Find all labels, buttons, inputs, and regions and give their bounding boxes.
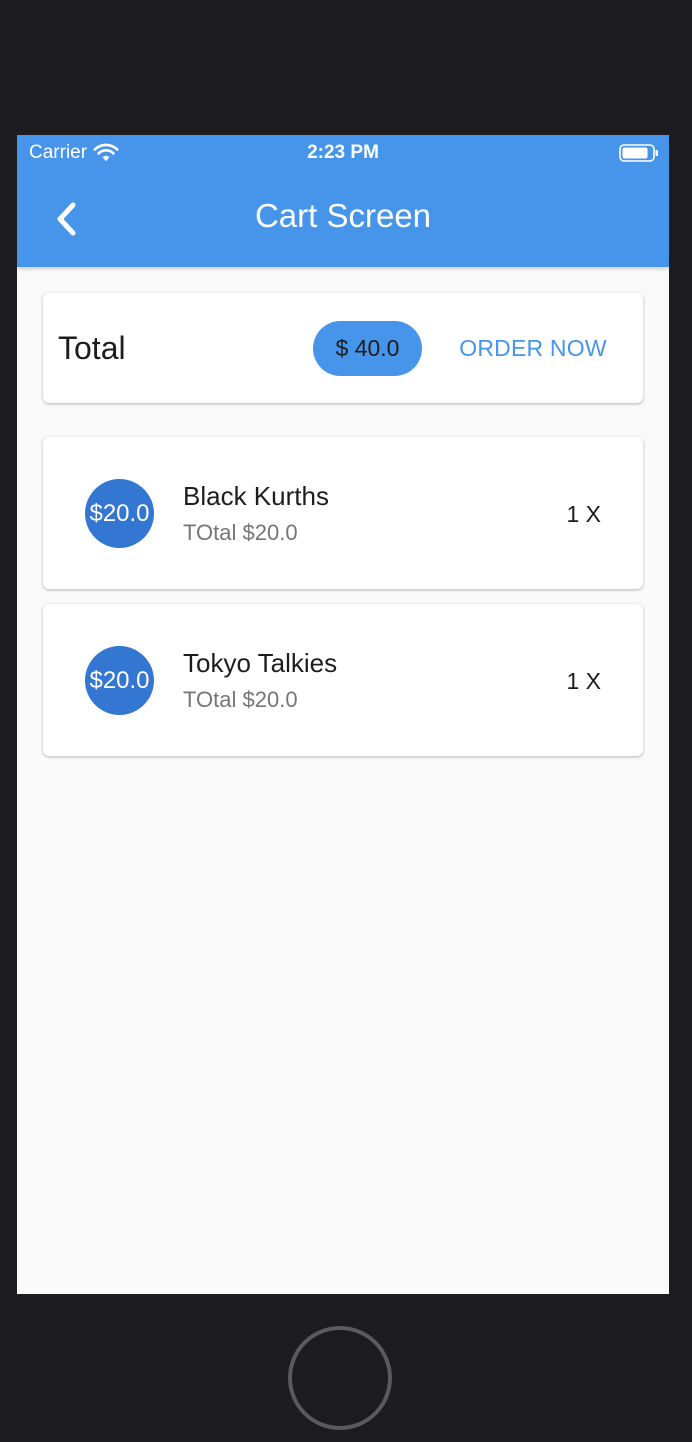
total-card: Total $ 40.0 ORDER NOW: [43, 293, 643, 403]
cart-item[interactable]: $20.0 Tokyo Talkies TOtal $20.0 1 X: [43, 604, 643, 756]
device-frame: Carrier 2:23 PM Cart Screen Total $ 40.0…: [0, 0, 692, 1442]
app-bar: Carrier 2:23 PM Cart Screen: [17, 135, 669, 267]
order-now-button[interactable]: ORDER NOW: [438, 321, 628, 376]
app-screen: Carrier 2:23 PM Cart Screen Total $ 40.0…: [17, 135, 669, 1294]
item-total: TOtal $20.0: [183, 687, 298, 712]
home-button[interactable]: [288, 1326, 392, 1430]
item-price-avatar: $20.0: [85, 646, 154, 715]
total-label: Total: [58, 330, 126, 366]
item-name: Black Kurths: [183, 481, 329, 511]
cart-item[interactable]: $20.0 Black Kurths TOtal $20.0 1 X: [43, 437, 643, 589]
total-amount-chip: $ 40.0: [313, 321, 422, 376]
status-time: 2:23 PM: [307, 142, 379, 163]
item-total: TOtal $20.0: [183, 520, 298, 545]
item-quantity: 1 X: [566, 501, 601, 527]
item-price-avatar: $20.0: [85, 479, 154, 548]
item-name: Tokyo Talkies: [183, 648, 338, 678]
item-quantity: 1 X: [566, 668, 601, 694]
page-title: Cart Screen: [254, 197, 432, 234]
battery-icon: [619, 144, 658, 162]
status-bar: Carrier 2:23 PM: [17, 135, 669, 171]
